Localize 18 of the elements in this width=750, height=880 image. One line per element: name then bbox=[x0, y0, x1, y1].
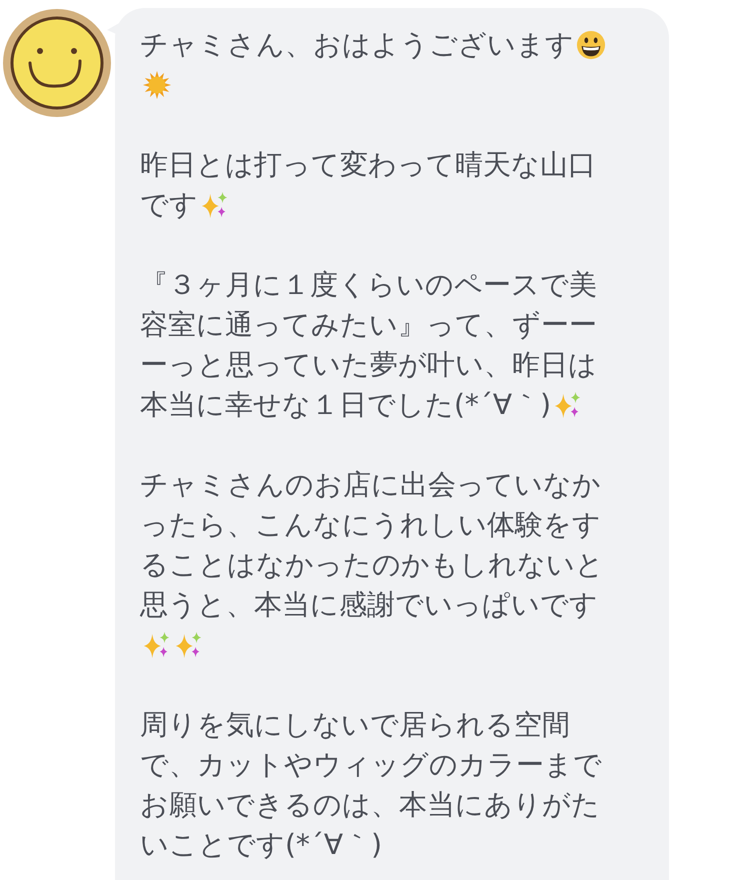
message-text: です bbox=[140, 187, 198, 223]
message-text: で、カットやウィッグのカラーまで bbox=[140, 747, 602, 783]
message-text: 『３ヶ月に１度くらいのペースで美 bbox=[140, 267, 597, 303]
message-text: いことです(*´∀｀) bbox=[140, 827, 382, 863]
message-text: 容室に通ってみたい』って、ずーー bbox=[140, 307, 597, 343]
grinning-face-icon bbox=[576, 30, 606, 60]
sun-icon bbox=[142, 70, 172, 100]
message-text: ーっと思っていた夢が叶い、昨日は bbox=[140, 347, 597, 383]
message-text: チャミさん、おはようございます bbox=[140, 27, 574, 63]
message-text: 本当に幸せな１日でした(*´∀｀) bbox=[140, 387, 552, 423]
smiley-avatar-icon bbox=[2, 8, 112, 118]
message-text: お願いできるのは、本当にありがた bbox=[140, 787, 600, 823]
message-text: ることはなかったのかもしれないと bbox=[140, 547, 604, 583]
message-text: チャミさんのお店に出会っていなか bbox=[140, 467, 601, 503]
message-text: 昨日とは打って変わって晴天な山口 bbox=[140, 147, 596, 183]
message-text: 周りを気にしないで居られる空間 bbox=[140, 707, 570, 743]
message-text: ったら、こんなにうれしい体験をす bbox=[140, 507, 601, 543]
message-text: 思うと、本当に感謝でいっぱいです bbox=[140, 587, 598, 623]
